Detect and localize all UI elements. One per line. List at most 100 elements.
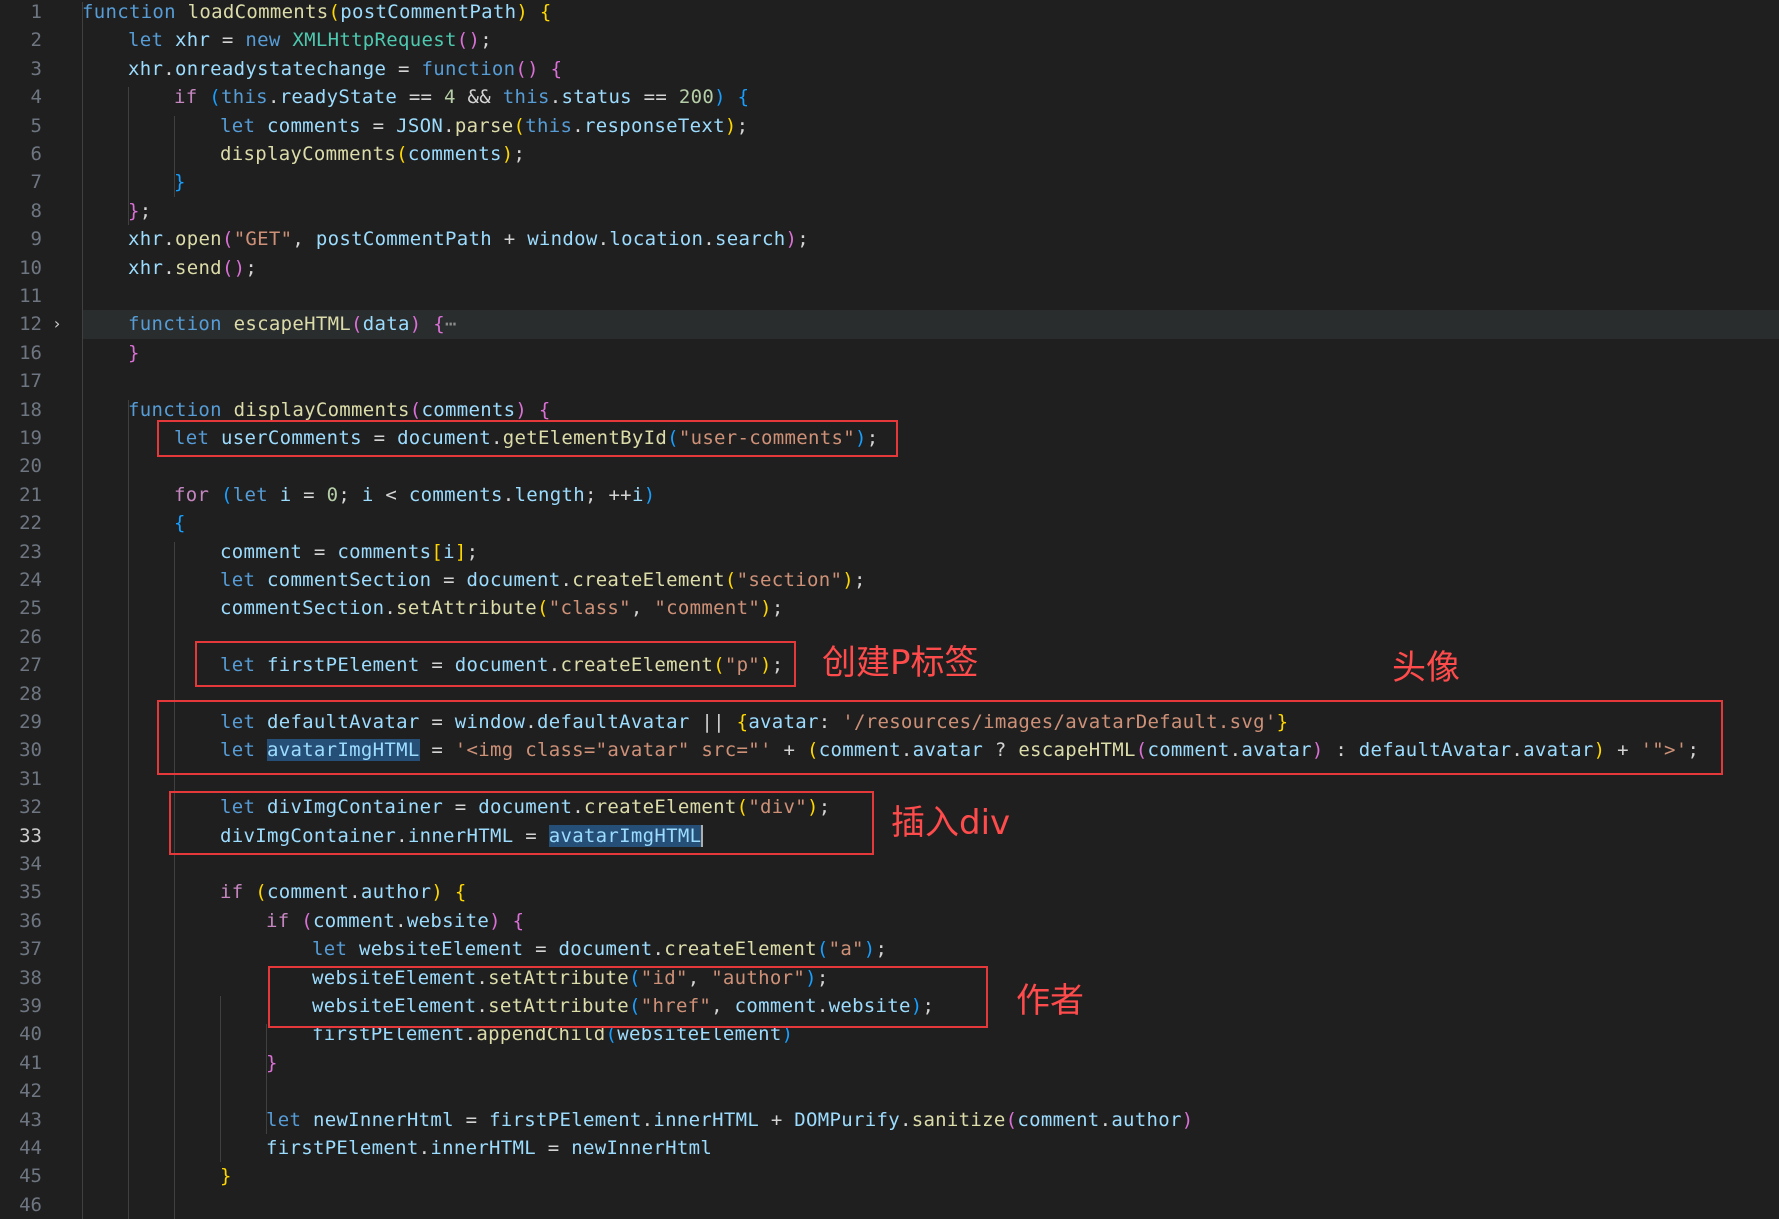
code-line[interactable]: xhr.open("GET", postCommentPath + window… [128, 225, 809, 253]
code-line[interactable]: let xhr = new XMLHttpRequest(); [128, 26, 492, 54]
code-token: websiteElement [358, 938, 524, 961]
code-token: ( [209, 86, 221, 109]
code-token: JSON [396, 114, 444, 137]
code-token: location [609, 228, 704, 251]
code-token: ( [724, 569, 737, 591]
code-line[interactable]: } [128, 339, 140, 367]
code-token: , [292, 228, 316, 251]
code-token: ( [301, 909, 313, 932]
code-token: [ [431, 540, 444, 563]
code-token: . [502, 483, 515, 506]
code-line[interactable]: let comments = JSON.parse(this.responseT… [220, 112, 748, 140]
code-token: ) [724, 114, 737, 137]
annotation-label-author: 作者 [1016, 981, 1084, 1021]
code-token: ) [643, 483, 656, 506]
code-token: ( [220, 483, 233, 506]
code-line[interactable]: let newInnerHtml = firstPElement.innerHT… [266, 1106, 1194, 1134]
code-token: let [232, 483, 280, 506]
code-token: send [174, 256, 222, 279]
line-number: 24 [19, 569, 42, 591]
code-line[interactable]: function escapeHTML(data) {⋯ [128, 310, 457, 338]
code-token: let [128, 29, 175, 52]
code-line[interactable]: }; [128, 197, 152, 225]
code-line[interactable]: function loadComments(postCommentPath) { [82, 0, 552, 26]
code-token: 4 [444, 86, 456, 109]
code-token: firstPElement [266, 1137, 419, 1159]
code-token: XMLHttpRequest [292, 29, 457, 52]
code-token: status [561, 86, 632, 109]
code-token: { [737, 86, 750, 109]
code-token: ) [1181, 1108, 1194, 1131]
code-token: () [221, 256, 246, 279]
code-line[interactable]: } [220, 1162, 232, 1190]
code-line[interactable]: let websiteElement = document.createElem… [312, 935, 887, 963]
code-token: } [220, 1165, 232, 1188]
code-line[interactable]: if (this.readyState == 4 && this.status … [174, 83, 749, 111]
line-number-gutter: 1 2 3 4 5 6 7 8 9 10 11 › 12 16 17 18 19 20 21 22 23 24 25 26 27… [0, 0, 62, 1216]
code-token: + [759, 1108, 795, 1131]
code-token: commentSection [220, 597, 385, 620]
code-token: function [421, 57, 516, 80]
code-token: function [82, 1, 188, 23]
code-line[interactable]: commentSection.setAttribute("class", "co… [220, 594, 784, 622]
code-token: ; [771, 597, 784, 620]
code-token: ; [513, 143, 526, 165]
line-number: 17 [19, 370, 42, 393]
code-token: escapeHTML [233, 313, 352, 336]
code-line[interactable]: let commentSection = document.createElem… [220, 566, 866, 594]
line-number: 22 [19, 512, 42, 535]
line-number: 8 [30, 199, 42, 222]
code-token: { [550, 57, 563, 80]
code-token: displayComments [220, 143, 397, 165]
code-line[interactable]: } [174, 168, 186, 196]
code-line[interactable]: xhr.onreadystatechange = function() { [128, 55, 562, 83]
code-token: ) [842, 569, 854, 591]
code-token: { [539, 1, 552, 23]
code-token: "class" [548, 597, 631, 620]
code-line[interactable]: displayComments(comments); [220, 140, 525, 168]
line-number: 29 [19, 711, 42, 733]
code-line[interactable]: for (let i = 0; i < comments.length; ++i… [174, 481, 655, 509]
code-token: xhr [128, 57, 164, 80]
code-area[interactable]: function loadComments(postCommentPath) {… [82, 0, 1779, 1212]
code-token: ( [536, 597, 549, 620]
code-line[interactable]: if (comment.website) { [266, 907, 524, 935]
code-token: ) [785, 228, 798, 251]
code-token: ; [480, 29, 492, 52]
code-token: ; [338, 483, 362, 506]
code-line[interactable]: if (comment.author) { [220, 878, 467, 906]
code-line[interactable]: xhr.send(); [128, 254, 257, 282]
line-number: 2 [30, 29, 42, 52]
code-line[interactable]: comment = comments[i]; [220, 538, 478, 566]
code-line[interactable]: } [266, 1049, 278, 1077]
line-number: 7 [30, 171, 42, 194]
code-line[interactable]: { [174, 509, 186, 537]
code-token: ; [797, 228, 809, 251]
annotation-label-avatar: 头像 [1392, 648, 1460, 688]
line-number: 38 [19, 966, 42, 989]
code-token: == [631, 86, 679, 109]
line-number: 3 [30, 57, 42, 80]
line-number: 16 [19, 341, 42, 364]
code-token: . [163, 57, 175, 80]
code-token: ; [853, 569, 866, 591]
code-token: { [538, 398, 551, 421]
code-line[interactable]: firstPElement.innerHTML = newInnerHtml [266, 1134, 712, 1162]
code-token: parse [454, 114, 514, 137]
code-token: comments [421, 398, 516, 421]
code-token: ) [863, 938, 876, 961]
code-token: onreadystatechange [174, 57, 387, 80]
code-token: ) [431, 881, 444, 904]
code-token: = [536, 1137, 572, 1159]
code-editor[interactable]: 1 2 3 4 5 6 7 8 9 10 11 › 12 16 17 18 19 20 21 22 23 24 25 26 27… [0, 0, 1779, 1219]
code-token: . [597, 228, 610, 251]
code-token: ; [736, 114, 749, 137]
code-token: } [266, 1051, 278, 1074]
line-number: 46 [19, 1193, 42, 1216]
fold-chevron-icon[interactable]: › [50, 310, 64, 338]
line-number: 25 [19, 597, 42, 620]
